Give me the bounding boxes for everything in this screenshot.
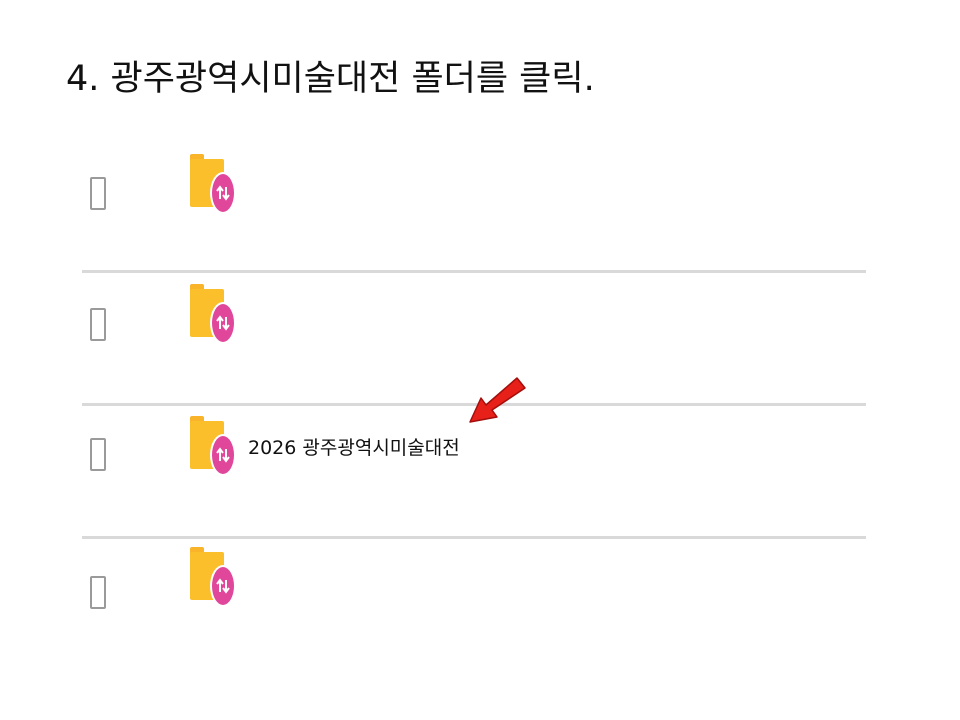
instruction-title: 4. 광주광역시미술대전 폴더를 클릭.: [66, 59, 595, 99]
folder-name[interactable]: 2026 광주광역시미술대전: [248, 433, 460, 460]
shared-folder-icon[interactable]: [190, 416, 236, 478]
shared-folder-icon[interactable]: [190, 547, 236, 609]
shared-folder-icon[interactable]: [190, 284, 236, 346]
red-pointer-arrow-icon: [469, 377, 526, 423]
sync-badge-icon: [210, 172, 236, 214]
row-checkbox[interactable]: [90, 438, 106, 471]
list-row-4[interactable]: [82, 536, 866, 669]
sync-badge-icon: [210, 565, 236, 607]
shared-folder-icon[interactable]: [190, 154, 236, 216]
sync-badge-icon: [210, 434, 236, 476]
list-row-1[interactable]: [82, 140, 866, 270]
row-checkbox[interactable]: [90, 177, 106, 210]
sync-badge-icon: [210, 302, 236, 344]
row-checkbox[interactable]: [90, 576, 106, 609]
row-checkbox[interactable]: [90, 308, 106, 341]
